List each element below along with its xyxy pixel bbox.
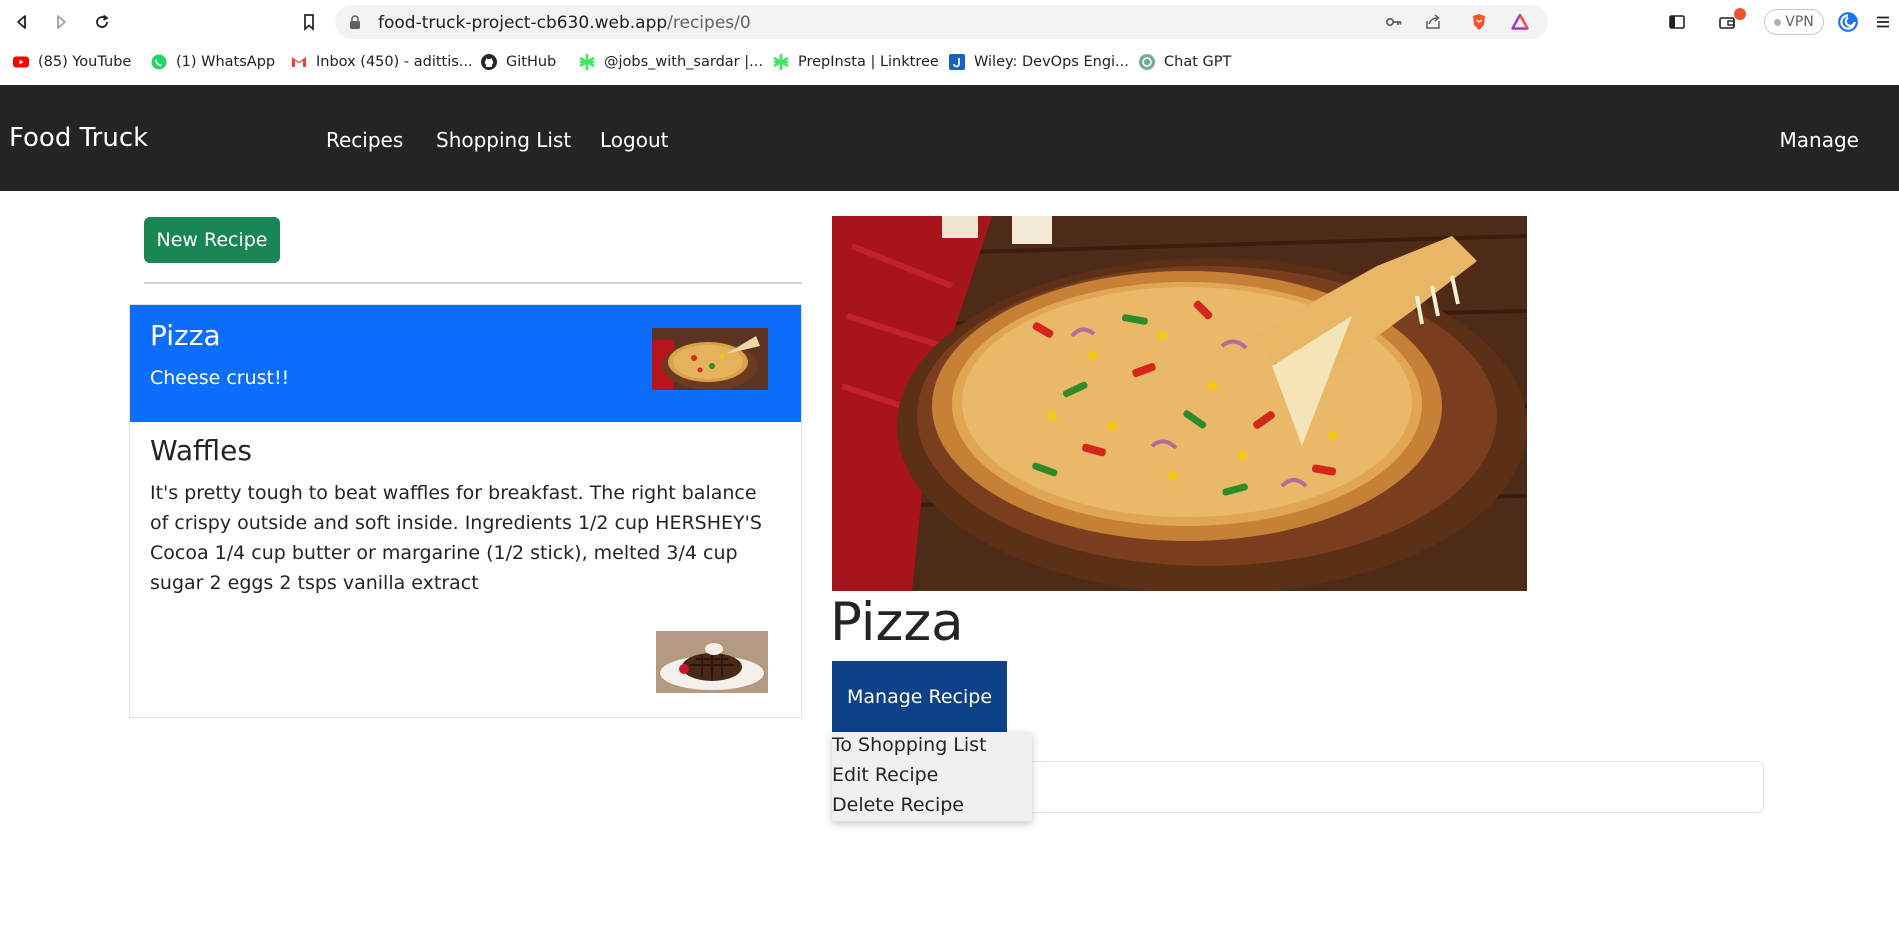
nav-manage-dropdown[interactable]: Manage xyxy=(1780,128,1859,152)
github-icon xyxy=(480,53,498,71)
recipe-item-description: Cheese crust!! xyxy=(150,367,290,389)
nav-link-shopping-list[interactable]: Shopping List xyxy=(436,128,571,152)
browser-toolbar: food-truck-project-cb630.web.app/recipes… xyxy=(0,0,1899,44)
dropdown-item-edit-recipe[interactable]: Edit Recipe xyxy=(832,764,938,786)
recipe-detail-title: Pizza xyxy=(830,592,964,653)
bookmark-label: GitHub xyxy=(506,54,557,70)
vpn-status-dot xyxy=(1774,18,1782,26)
divider xyxy=(144,282,802,284)
bookmark-wiley[interactable]: Wiley: DevOps Engi... xyxy=(948,51,1129,73)
bookmark-label: (1) WhatsApp xyxy=(176,54,276,70)
notification-dot xyxy=(1734,8,1746,20)
recipe-list-item-waffles[interactable]: Waffles It's pretty tough to beat waffle… xyxy=(130,422,801,717)
bookmark-gmail[interactable]: Inbox (450) - adittis... xyxy=(290,51,473,73)
recipe-list: Pizza Cheese crust!! Waffles It's pretty… xyxy=(129,304,802,718)
menu-icon[interactable] xyxy=(1871,10,1895,34)
reload-icon[interactable] xyxy=(90,10,114,34)
manage-recipe-button[interactable]: Manage Recipe xyxy=(832,661,1007,732)
recipe-item-title: Pizza xyxy=(150,319,221,352)
brave-shield-icon[interactable] xyxy=(1470,13,1488,31)
lock-icon xyxy=(347,14,363,30)
bookmark-label: PrepInsta | Linktree xyxy=(798,54,939,70)
bookmark-label: Chat GPT xyxy=(1164,54,1232,70)
waffles-thumbnail xyxy=(656,631,768,693)
bookmark-label: (85) YouTube xyxy=(38,54,132,70)
recipe-list-item-pizza[interactable]: Pizza Cheese crust!! xyxy=(130,305,801,422)
bookmark-chatgpt[interactable]: Chat GPT xyxy=(1138,51,1231,73)
manage-recipe-dropdown-menu: To Shopping List Edit Recipe Delete Reci… xyxy=(832,732,1032,821)
youtube-icon xyxy=(12,53,30,71)
bookmark-page-icon[interactable] xyxy=(297,10,321,34)
vpn-button[interactable]: VPN xyxy=(1764,9,1824,35)
gmail-icon xyxy=(290,53,308,71)
brand-link[interactable]: Food Truck xyxy=(9,123,148,153)
bookmark-jobs-with-sardar[interactable]: @jobs_with_sardar |... xyxy=(578,51,763,73)
profile-avatar-icon[interactable] xyxy=(1836,10,1860,34)
url-path: /recipes/0 xyxy=(667,13,751,33)
browser-chrome: food-truck-project-cb630.web.app/recipes… xyxy=(0,0,1899,85)
bookmarks-bar: (85) YouTube (1) WhatsApp Inbox (450) - … xyxy=(0,47,1899,77)
url-host: food-truck-project-cb630.web.app xyxy=(378,13,668,33)
new-recipe-button[interactable]: New Recipe xyxy=(144,217,280,263)
linktree-icon xyxy=(578,53,596,71)
bookmark-label: Wiley: DevOps Engi... xyxy=(974,54,1129,70)
wiley-j-icon xyxy=(948,53,966,71)
bookmark-whatsapp[interactable]: (1) WhatsApp xyxy=(150,51,275,73)
share-icon[interactable] xyxy=(1424,13,1442,31)
brave-rewards-icon[interactable] xyxy=(1511,13,1529,31)
url-text: food-truck-project-cb630.web.app/recipes… xyxy=(378,13,751,33)
dropdown-item-to-shopping-list[interactable]: To Shopping List xyxy=(832,734,987,756)
recipe-item-description: It's pretty tough to beat waffles for br… xyxy=(150,482,762,594)
bookmark-label: Inbox (450) - adittis... xyxy=(316,54,473,70)
linktree-icon xyxy=(772,53,790,71)
nav-link-recipes[interactable]: Recipes xyxy=(326,128,403,152)
vpn-label: VPN xyxy=(1785,14,1814,30)
bookmark-youtube[interactable]: (85) YouTube xyxy=(12,51,131,73)
pizza-thumbnail xyxy=(652,328,768,390)
app-navbar: Food Truck Recipes Shopping List Logout … xyxy=(0,85,1899,191)
bookmark-prepinsta[interactable]: PrepInsta | Linktree xyxy=(772,51,939,73)
recipe-hero-image xyxy=(832,216,1527,591)
chatgpt-icon xyxy=(1138,53,1156,71)
back-icon[interactable] xyxy=(10,10,34,34)
bookmark-label: @jobs_with_sardar |... xyxy=(604,54,763,70)
nav-link-logout[interactable]: Logout xyxy=(600,128,668,152)
bookmark-github[interactable]: GitHub xyxy=(480,51,556,73)
recipe-item-title: Waffles xyxy=(150,434,252,467)
whatsapp-icon xyxy=(150,53,168,71)
address-bar[interactable]: food-truck-project-cb630.web.app/recipes… xyxy=(335,5,1548,39)
dropdown-item-delete-recipe[interactable]: Delete Recipe xyxy=(832,794,964,816)
ingredients-list-box xyxy=(1000,761,1764,813)
forward-icon[interactable] xyxy=(49,10,73,34)
sidebar-toggle-icon[interactable] xyxy=(1665,10,1689,34)
key-icon[interactable] xyxy=(1385,13,1403,31)
